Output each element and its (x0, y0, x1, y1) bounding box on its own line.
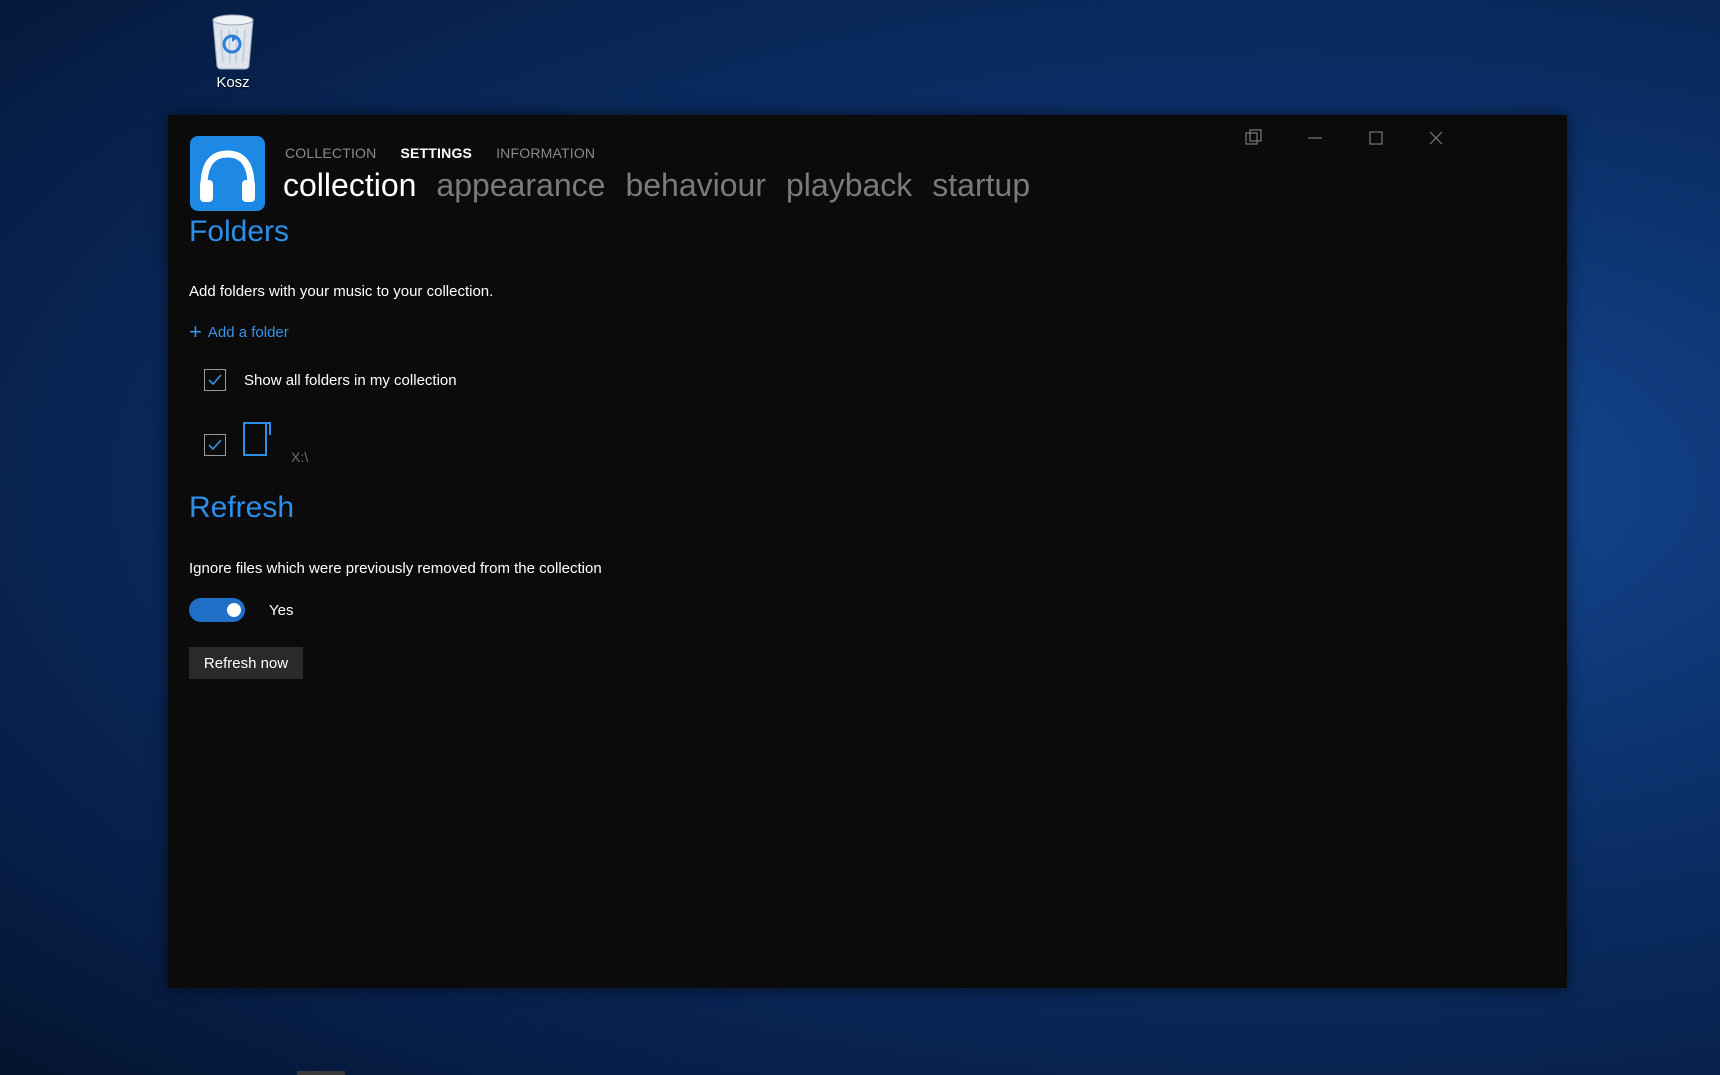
maximize-button[interactable] (1356, 123, 1396, 153)
ignore-removed-toggle-row: Yes (189, 598, 293, 622)
folder-icon (243, 422, 271, 456)
tab-information[interactable]: INFORMATION (496, 145, 595, 161)
add-folder-link[interactable]: + Add a folder (189, 319, 289, 344)
app-logo (190, 136, 265, 211)
subtab-startup[interactable]: startup (932, 167, 1030, 204)
folder-item-checkbox[interactable] (204, 434, 226, 456)
show-all-folders-checkbox[interactable] (204, 369, 226, 391)
recycle-bin-icon (212, 14, 254, 70)
recycle-bin-label: Kosz (216, 74, 250, 91)
ignore-removed-toggle[interactable] (189, 598, 245, 622)
refresh-now-button[interactable]: Refresh now (189, 647, 303, 679)
compact-mode-button[interactable] (1234, 123, 1274, 153)
close-button[interactable] (1416, 123, 1456, 153)
checkmark-icon (208, 439, 222, 451)
tab-collection[interactable]: COLLECTION (285, 145, 376, 161)
checkmark-icon (208, 374, 222, 386)
refresh-description: Ignore files which were previously remov… (189, 560, 602, 577)
subtab-playback[interactable]: playback (786, 167, 912, 204)
maximize-icon (1369, 131, 1383, 145)
tab-settings[interactable]: SETTINGS (400, 145, 472, 161)
folder-item-row (204, 422, 274, 457)
subtab-collection[interactable]: collection (283, 167, 416, 204)
refresh-title: Refresh (189, 491, 295, 524)
compact-mode-icon (1245, 129, 1262, 145)
add-folder-label: Add a folder (207, 323, 289, 341)
plus-icon: + (189, 319, 202, 344)
main-nav: COLLECTION SETTINGS INFORMATION (285, 145, 619, 161)
subtab-behaviour[interactable]: behaviour (625, 167, 766, 204)
folders-title: Folders (189, 215, 290, 248)
taskbar-indicator (297, 1071, 345, 1075)
folder-path: X:\ (291, 449, 309, 465)
show-all-folders-row: Show all folders in my collection (204, 369, 457, 391)
minimize-button[interactable] (1295, 123, 1335, 153)
headphones-icon (200, 150, 255, 202)
toggle-knob (227, 603, 241, 617)
close-icon (1429, 131, 1443, 145)
recycle-bin-desktop-icon[interactable]: Kosz (196, 10, 270, 91)
app-window: COLLECTION SETTINGS INFORMATION collecti… (168, 115, 1567, 988)
show-all-folders-label: Show all folders in my collection (244, 371, 457, 389)
subtab-appearance[interactable]: appearance (436, 167, 605, 204)
folders-description: Add folders with your music to your coll… (189, 283, 494, 300)
minimize-icon (1308, 137, 1322, 139)
toggle-label: Yes (269, 601, 294, 619)
settings-nav: collection appearance behaviour playback… (283, 167, 1050, 204)
